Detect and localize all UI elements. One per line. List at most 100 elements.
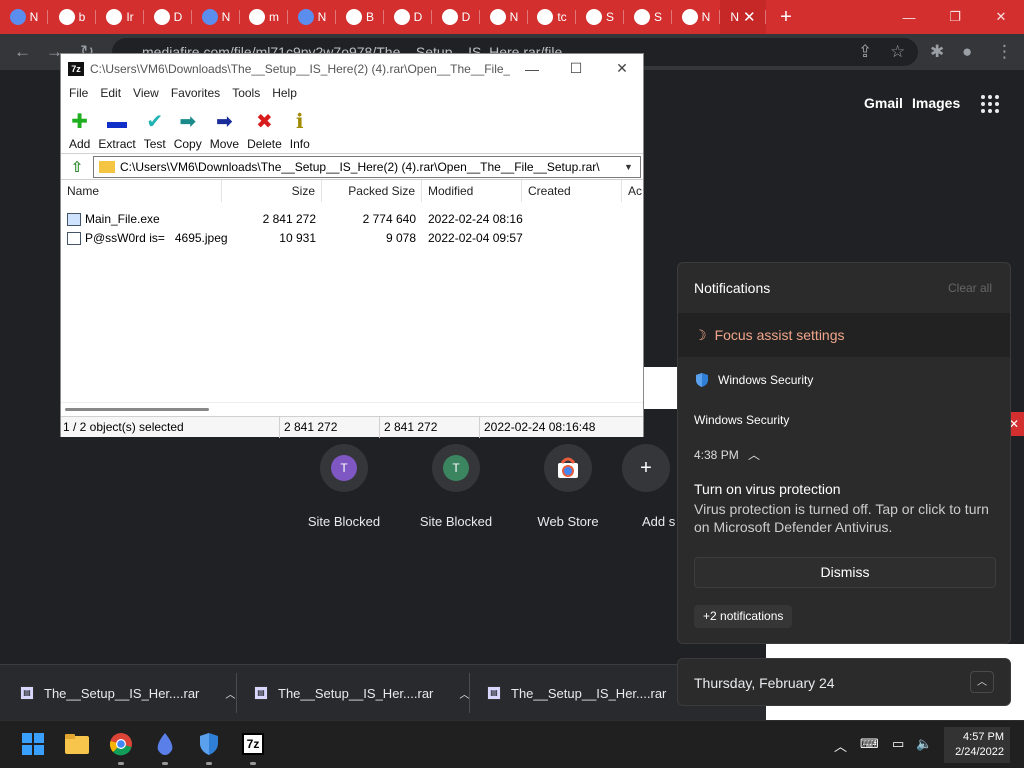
more-notifications-button[interactable]: +2 notifications bbox=[694, 605, 793, 628]
focus-assist-settings[interactable]: ☽ Focus assist settings bbox=[678, 313, 1010, 357]
tab-title: N bbox=[317, 10, 327, 24]
drop-app-icon[interactable] bbox=[152, 731, 178, 765]
close-button[interactable]: ✕ bbox=[978, 0, 1024, 34]
path-combobox[interactable]: C:\Users\VM6\Downloads\The__Setup__IS_He… bbox=[93, 155, 641, 178]
column-header-created[interactable]: Created bbox=[522, 180, 622, 202]
dismiss-button[interactable]: Dismiss bbox=[694, 557, 996, 588]
tab-title: N bbox=[701, 10, 711, 24]
browser-tab[interactable]: N bbox=[0, 0, 48, 34]
notification-heading[interactable]: Turn on virus protection bbox=[694, 481, 841, 497]
shortcut-tile[interactable]: T Site Blocked bbox=[400, 444, 512, 529]
chevron-up-icon[interactable]: ︿ bbox=[748, 448, 760, 462]
globe-icon bbox=[393, 9, 410, 25]
delete-button[interactable]: ✖ Delete bbox=[243, 104, 286, 154]
browser-tab[interactable]: N bbox=[288, 0, 336, 34]
download-item[interactable]: ▤ The__Setup__IS_Her....rar ︿ bbox=[254, 665, 469, 721]
gmail-link[interactable]: Gmail bbox=[864, 95, 903, 111]
menu-favorites[interactable]: Favorites bbox=[165, 83, 226, 104]
menu-help[interactable]: Help bbox=[266, 83, 303, 104]
notification-body[interactable]: Virus protection is turned off. Tap or c… bbox=[694, 500, 1002, 536]
browser-tab[interactable]: N bbox=[192, 0, 240, 34]
chevron-up-icon[interactable]: ︿ bbox=[970, 671, 994, 693]
defender-icon[interactable] bbox=[196, 731, 222, 765]
file-list: Name Size Packed Size Modified Created A… bbox=[61, 180, 643, 402]
up-folder-icon[interactable]: ⇧ bbox=[61, 158, 93, 176]
network-icon[interactable]: ▭ bbox=[892, 736, 904, 752]
close-button[interactable]: ✕ bbox=[599, 54, 645, 83]
back-arrow-icon[interactable]: ← bbox=[14, 42, 31, 62]
column-header-name[interactable]: Name bbox=[61, 180, 222, 202]
title-bar[interactable]: 7z C:\Users\VM6\Downloads\The__Setup__IS… bbox=[61, 54, 643, 83]
maximize-button[interactable]: ☐ bbox=[553, 54, 599, 83]
profile-icon[interactable]: ● bbox=[962, 42, 972, 62]
status-selected: 1 / 2 object(s) selected bbox=[63, 420, 184, 434]
column-header-size[interactable]: Size bbox=[222, 180, 322, 202]
browser-tab[interactable]: Ir bbox=[96, 0, 144, 34]
browser-tab[interactable]: N bbox=[672, 0, 720, 34]
add-button[interactable]: ✚ Add bbox=[65, 104, 94, 154]
move-label: Move bbox=[209, 137, 240, 151]
browser-tab[interactable]: S bbox=[624, 0, 672, 34]
images-link[interactable]: Images bbox=[912, 95, 960, 111]
download-item[interactable]: ▤ The__Setup__IS_Her....rar ︿ bbox=[487, 665, 702, 721]
tray-overflow-icon[interactable]: ︿ bbox=[834, 736, 847, 755]
notification-time[interactable]: 4:38 PM ︿ bbox=[694, 446, 760, 463]
info-button[interactable]: ℹ Info bbox=[286, 104, 314, 154]
minimize-button[interactable]: — bbox=[886, 0, 932, 34]
menu-file[interactable]: File bbox=[63, 83, 94, 104]
tab-close-icon[interactable]: ✕ bbox=[743, 8, 756, 26]
file-explorer-icon[interactable] bbox=[64, 731, 90, 757]
browser-tab[interactable]: N bbox=[480, 0, 528, 34]
bookmark-star-icon[interactable]: ☆ bbox=[890, 42, 905, 62]
menu-view[interactable]: View bbox=[127, 83, 165, 104]
browser-tab[interactable]: D bbox=[384, 0, 432, 34]
table-row[interactable]: P@ssW0rd is= 4695.jpeg 10 931 9 078 2022… bbox=[61, 229, 643, 248]
move-button[interactable]: ➡ Move bbox=[206, 104, 243, 154]
column-header-accessed[interactable]: Ac bbox=[622, 180, 644, 202]
tab-title: D bbox=[413, 10, 423, 24]
chevron-up-icon[interactable]: ︿ bbox=[225, 686, 235, 701]
browser-tab[interactable]: tc bbox=[528, 0, 576, 34]
browser-tab[interactable]: D bbox=[144, 0, 192, 34]
restore-button[interactable]: ❐ bbox=[932, 0, 978, 34]
tab-title: S bbox=[653, 10, 662, 24]
extract-button[interactable]: ▬ Extract bbox=[94, 104, 139, 154]
browser-tab[interactable]: B bbox=[336, 0, 384, 34]
file-modified: 2022-02-04 09:57 bbox=[428, 231, 523, 245]
active-browser-tab[interactable]: N ✕ bbox=[720, 0, 766, 34]
more-menu-icon[interactable]: ⋮ bbox=[996, 42, 1013, 62]
browser-tab[interactable]: b bbox=[48, 0, 96, 34]
browser-tab[interactable]: S bbox=[576, 0, 624, 34]
download-item[interactable]: ▤ The__Setup__IS_Her....rar ︿ bbox=[20, 665, 235, 721]
menu-tools[interactable]: Tools bbox=[226, 83, 266, 104]
globe-icon bbox=[441, 9, 458, 25]
horizontal-scrollbar[interactable] bbox=[61, 402, 643, 416]
test-button[interactable]: ✔ Test bbox=[140, 104, 170, 154]
shortcut-tile[interactable]: T Site Blocked bbox=[288, 444, 400, 529]
extensions-icon[interactable]: ✱ bbox=[930, 42, 944, 62]
scrollbar-thumb[interactable] bbox=[65, 408, 209, 411]
minimize-button[interactable]: — bbox=[509, 54, 555, 83]
windows-start-icon[interactable] bbox=[20, 731, 46, 757]
file-size: 2 841 272 bbox=[262, 212, 316, 226]
keyboard-icon[interactable]: ⌨ bbox=[860, 736, 879, 752]
column-header-packed-size[interactable]: Packed Size bbox=[322, 180, 422, 202]
chevron-down-icon[interactable]: ▼ bbox=[624, 162, 640, 172]
copy-button[interactable]: ➡ Copy bbox=[170, 104, 206, 154]
add-shortcut-tile[interactable]: + Add s bbox=[612, 444, 676, 529]
new-tab-button[interactable]: + bbox=[766, 6, 806, 29]
volume-icon[interactable]: 🔈 bbox=[916, 736, 932, 752]
share-icon[interactable]: ⇪ bbox=[858, 42, 872, 62]
chrome-icon[interactable] bbox=[108, 731, 134, 765]
shortcut-tile[interactable]: Web Store bbox=[512, 444, 624, 529]
clear-all-button[interactable]: Clear all bbox=[948, 281, 992, 295]
column-header-modified[interactable]: Modified bbox=[422, 180, 522, 202]
browser-tab[interactable]: D bbox=[432, 0, 480, 34]
apps-grid-icon[interactable] bbox=[981, 95, 999, 113]
menu-edit[interactable]: Edit bbox=[94, 83, 127, 104]
chevron-up-icon[interactable]: ︿ bbox=[459, 686, 469, 701]
sevenzip-app-icon[interactable]: 7z bbox=[240, 731, 266, 765]
browser-tab[interactable]: m bbox=[240, 0, 288, 34]
clock[interactable]: 4:57 PM 2/24/2022 bbox=[944, 727, 1010, 763]
table-row[interactable]: Main_File.exe 2 841 272 2 774 640 2022-0… bbox=[61, 210, 643, 229]
